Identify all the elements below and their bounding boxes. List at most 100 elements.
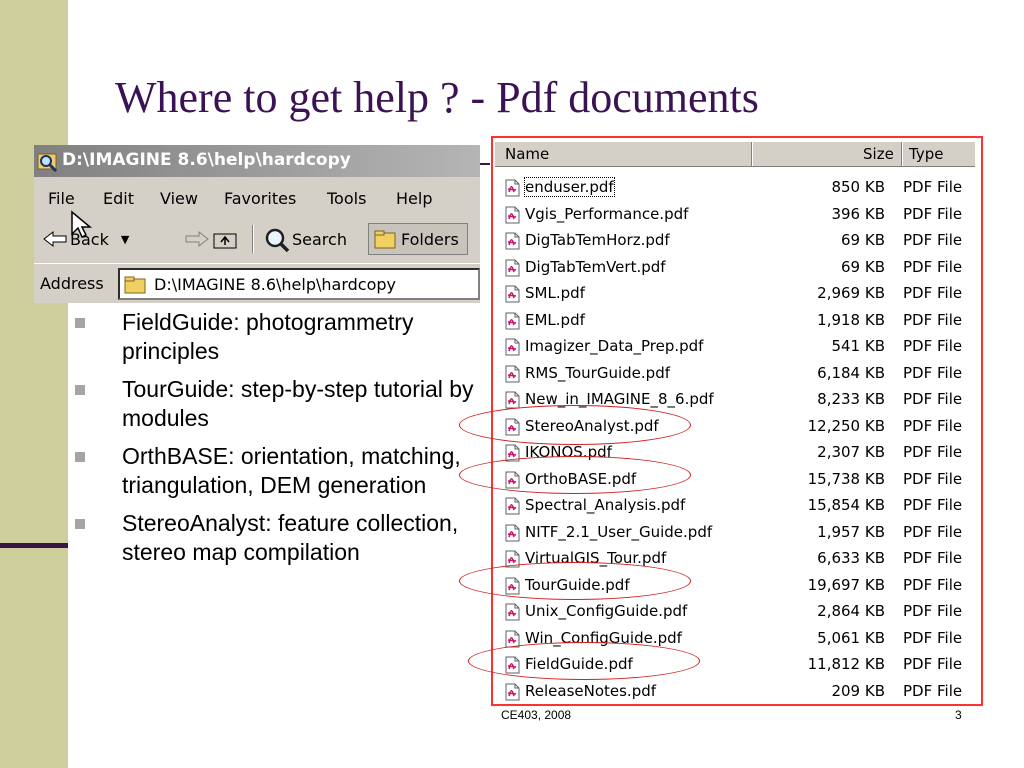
file-size: 2,307 KB [817, 443, 885, 461]
search-button[interactable]: Search [262, 223, 347, 255]
file-size: 541 KB [831, 337, 885, 355]
file-size: 8,233 KB [817, 390, 885, 408]
slide-sidebar-band [0, 0, 68, 768]
address-input[interactable]: D:\IMAGINE 8.6\help\hardcopy [118, 268, 480, 300]
bullet-item: StereoAnalyst: feature collection, stere… [75, 509, 475, 567]
file-type: PDF File [903, 681, 963, 700]
file-name: NITF_2.1_User_Guide.pdf [525, 522, 713, 541]
highlight-ellipse-stereoanalyst [459, 405, 691, 445]
file-size: 69 KB [841, 257, 885, 276]
menu-edit[interactable]: Edit [103, 189, 134, 208]
folder-icon [124, 276, 146, 294]
file-type: PDF File [903, 231, 963, 249]
file-size: 850 KB [831, 178, 885, 196]
search-label: Search [292, 229, 347, 249]
bullet-text: StereoAnalyst: feature collection, stere… [122, 510, 459, 565]
bullet-square-icon [75, 385, 85, 395]
bullet-square-icon [75, 452, 85, 462]
title-underline-fragment [480, 163, 490, 165]
column-divider[interactable] [901, 142, 903, 166]
address-bar: Address D:\IMAGINE 8.6\help\hardcopy [34, 263, 480, 303]
file-row[interactable]: EML.pdf 1,918 KB PDF File [501, 307, 973, 333]
file-type: PDF File [903, 443, 963, 461]
column-header-type[interactable]: Type [909, 145, 943, 163]
footer-course: CE403, 2008 [501, 708, 572, 722]
file-type: PDF File [903, 655, 963, 673]
file-name: ReleaseNotes.pdf [525, 681, 657, 700]
toolbar: Back ▼ ▼ Search Folders [34, 219, 480, 259]
file-size: 5,061 KB [817, 628, 885, 647]
search-icon [265, 228, 290, 252]
file-size: 11,812 KB [807, 655, 885, 673]
file-type: PDF File [903, 284, 963, 302]
menu-favorites[interactable]: Favorites [224, 189, 296, 208]
file-type: PDF File [903, 363, 963, 382]
file-name: EML.pdf [525, 310, 585, 329]
menu-bar: File Edit View Favorites Tools Help [34, 181, 480, 213]
back-dropdown-icon[interactable]: ▼ [121, 233, 129, 246]
bullet-square-icon [75, 519, 85, 529]
file-row[interactable]: DigTabTemVert.pdf 69 KB PDF File [501, 254, 973, 280]
file-size: 209 KB [831, 681, 885, 700]
file-name: SML.pdf [525, 284, 585, 302]
window-titlebar: D:\IMAGINE 8.6\help\hardcopy [34, 145, 480, 177]
slide-divider-line [0, 543, 68, 548]
file-row[interactable]: enduser.pdf 850 KB PDF File [501, 174, 973, 200]
bullet-item: TourGuide: step-by-step tutorial by modu… [75, 375, 475, 433]
bullet-text: TourGuide: step-by-step tutorial by modu… [122, 376, 474, 431]
bullet-square-icon [75, 318, 85, 328]
file-size: 6,184 KB [817, 363, 885, 382]
pdf-file-icon [505, 206, 520, 223]
file-type: PDF File [903, 602, 963, 620]
file-size: 2,864 KB [817, 602, 885, 620]
file-size: 15,854 KB [807, 496, 885, 514]
folders-button[interactable]: Folders [368, 223, 468, 255]
file-row[interactable]: ReleaseNotes.pdf 209 KB PDF File [501, 678, 973, 704]
mouse-cursor-icon [71, 210, 93, 239]
file-type: PDF File [903, 522, 963, 541]
column-divider[interactable] [751, 142, 753, 166]
file-name: Spectral_Analysis.pdf [525, 496, 686, 514]
menu-file[interactable]: File [48, 189, 75, 208]
back-arrow-icon [43, 230, 67, 248]
file-type: PDF File [903, 390, 963, 408]
file-row[interactable]: Spectral_Analysis.pdf 15,854 KB PDF File [501, 492, 973, 518]
pdf-file-icon [505, 285, 520, 303]
pdf-file-icon [505, 497, 520, 515]
explorer-window: D:\IMAGINE 8.6\help\hardcopy File Edit V… [34, 145, 480, 303]
file-row[interactable]: Imagizer_Data_Prep.pdf 541 KB PDF File [501, 333, 973, 359]
window-title: D:\IMAGINE 8.6\help\hardcopy [62, 150, 351, 170]
column-header-size[interactable]: Size [863, 145, 894, 163]
bullet-text: OrthBASE: orientation, matching, triangu… [122, 443, 461, 498]
file-name: DigTabTemHorz.pdf [525, 231, 670, 249]
pdf-file-icon [505, 259, 520, 276]
folder-search-icon [37, 153, 58, 172]
menu-help[interactable]: Help [396, 189, 432, 208]
file-type: PDF File [903, 204, 963, 223]
file-size: 19,697 KB [807, 575, 885, 594]
up-folder-button[interactable] [212, 223, 238, 255]
file-row[interactable]: RMS_TourGuide.pdf 6,184 KB PDF File [501, 360, 973, 386]
menu-view[interactable]: View [160, 189, 198, 208]
pdf-file-icon [505, 365, 520, 382]
file-size: 15,738 KB [807, 469, 885, 488]
up-folder-icon [213, 233, 237, 249]
file-row[interactable]: Vgis_Performance.pdf 396 KB PDF File [501, 201, 973, 227]
bullet-item: OrthBASE: orientation, matching, triangu… [75, 442, 475, 500]
file-type: PDF File [903, 416, 963, 435]
file-row[interactable]: SML.pdf 2,969 KB PDF File [501, 280, 973, 306]
file-row[interactable]: NITF_2.1_User_Guide.pdf 1,957 KB PDF File [501, 519, 973, 545]
file-row[interactable]: DigTabTemHorz.pdf 69 KB PDF File [501, 227, 973, 253]
address-value: D:\IMAGINE 8.6\help\hardcopy [154, 275, 396, 294]
folders-label: Folders [401, 229, 459, 249]
page-number: 3 [955, 708, 962, 722]
file-type: PDF File [903, 310, 963, 329]
file-row[interactable]: Unix_ConfigGuide.pdf 2,864 KB PDF File [501, 598, 973, 624]
file-size: 1,957 KB [817, 522, 885, 541]
file-type: PDF File [903, 549, 963, 567]
column-header-name[interactable]: Name [505, 145, 549, 163]
bullet-item: FieldGuide: photogrammetry principles [75, 308, 475, 366]
file-type: PDF File [903, 257, 963, 276]
menu-tools[interactable]: Tools [327, 189, 366, 208]
highlight-ellipse-tourguide [459, 562, 691, 600]
